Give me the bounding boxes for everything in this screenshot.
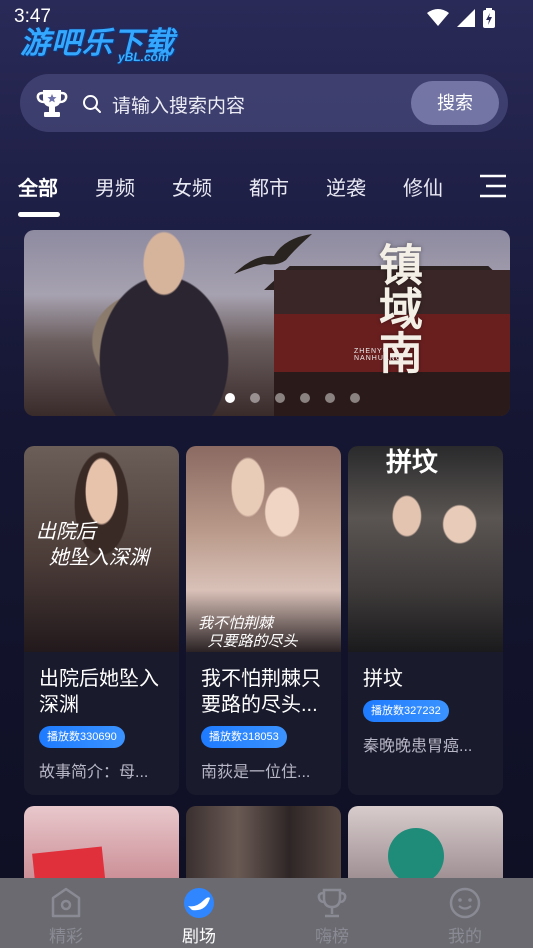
card-desc: 故事简介：母... xyxy=(39,764,149,781)
status-icons xyxy=(427,8,495,28)
drama-card-partial[interactable] xyxy=(186,806,341,886)
tab-cultivation[interactable]: 修仙 xyxy=(403,172,443,201)
drama-card-partial[interactable] xyxy=(348,806,503,886)
search-button[interactable]: 搜索 xyxy=(411,81,499,125)
carousel-dot[interactable] xyxy=(224,393,235,403)
carousel-dot[interactable] xyxy=(249,393,260,403)
carousel-dot[interactable] xyxy=(274,393,285,403)
search-icon xyxy=(83,95,101,113)
smile-icon xyxy=(449,887,481,919)
drama-poster: 我不怕荆棘 只要路的尽头 xyxy=(186,446,341,652)
tab-urban[interactable]: 都市 xyxy=(249,172,289,201)
card-desc: 秦晚晚患胃癌... xyxy=(363,738,473,755)
carousel-dot[interactable] xyxy=(324,393,335,403)
drama-poster: 出院后 她坠入深渊 xyxy=(24,446,179,652)
tab-comeback[interactable]: 逆袭 xyxy=(326,172,366,201)
bird-icon xyxy=(184,888,214,918)
card-title: 拼坟 xyxy=(363,668,403,690)
nav-item-mine[interactable]: 我的 xyxy=(430,886,500,947)
watermark-logo: 游吧乐下载 yBL.com xyxy=(20,18,190,64)
play-count-badge: 播放数318053 xyxy=(201,726,287,748)
play-count-badge: 播放数327232 xyxy=(363,700,449,722)
poster-title: 拼坟 xyxy=(386,448,439,478)
drama-card[interactable]: 拼坟 拼坟 播放数327232 秦晚晚患胃癌... xyxy=(348,446,503,795)
carousel-dot[interactable] xyxy=(349,393,360,403)
tab-male[interactable]: 男频 xyxy=(95,172,135,201)
nav-label: 我的 xyxy=(448,927,482,946)
carousel-dot[interactable] xyxy=(299,393,310,403)
tab-female[interactable]: 女频 xyxy=(172,172,212,201)
nav-label: 嗨榜 xyxy=(315,927,349,946)
trophy-icon[interactable] xyxy=(36,88,68,118)
wifi-icon xyxy=(427,9,449,26)
nav-item-rank[interactable]: 嗨榜 xyxy=(297,886,367,947)
tab-all[interactable]: 全部 xyxy=(18,172,58,201)
banner-subtitle: ZHENYU NANHUANG xyxy=(354,348,403,362)
banner-carousel[interactable]: 镇域南 ZHENYU NANHUANG xyxy=(24,230,510,416)
poster-badge xyxy=(388,828,444,884)
tab-indicator xyxy=(18,212,60,217)
signal-icon xyxy=(457,9,475,27)
watermark-sub: yBL.com xyxy=(118,50,169,64)
nav-label: 精彩 xyxy=(49,927,83,946)
card-title: 出院后她坠入深渊 xyxy=(39,668,159,716)
battery-icon xyxy=(483,8,495,28)
poster-title: 我不怕荆棘 只要路的尽头 xyxy=(198,614,298,650)
drama-card-partial[interactable] xyxy=(24,806,179,886)
search-input[interactable]: 请输入搜索内容 xyxy=(112,91,245,118)
carousel-dots xyxy=(24,393,510,403)
menu-icon[interactable] xyxy=(478,174,508,198)
category-tabs: 全部 男频 女频 都市 逆袭 修仙 xyxy=(0,166,533,222)
search-bar[interactable]: 请输入搜索内容 搜索 xyxy=(20,74,508,132)
card-title: 我不怕荆棘只要路的尽头... xyxy=(201,668,321,716)
drama-card[interactable]: 出院后 她坠入深渊 出院后她坠入深渊 播放数330690 故事简介：母... xyxy=(24,446,179,795)
eagle-icon xyxy=(234,234,312,274)
play-count-badge: 播放数330690 xyxy=(39,726,125,748)
nav-item-theater[interactable]: 剧场 xyxy=(164,886,234,947)
nav-item-highlights[interactable]: 精彩 xyxy=(31,886,101,947)
nav-label: 剧场 xyxy=(182,927,216,946)
drama-card[interactable]: 我不怕荆棘 只要路的尽头 我不怕荆棘只要路的尽头... 播放数318053 南荻… xyxy=(186,446,341,795)
trophy-icon xyxy=(317,888,347,918)
bottom-nav: 精彩 剧场 嗨榜 我的 xyxy=(0,878,533,948)
drama-poster: 拼坟 xyxy=(348,446,503,652)
circle-icon xyxy=(51,887,81,918)
card-desc: 南荻是一位住... xyxy=(201,764,311,781)
poster-title: 出院后 她坠入深渊 xyxy=(36,519,149,569)
